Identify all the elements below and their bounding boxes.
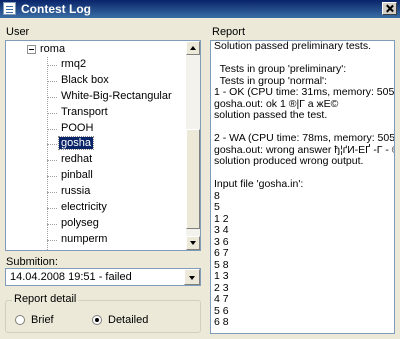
tree-item[interactable]: gosha: [47, 136, 162, 152]
tree-item[interactable]: redhat: [47, 152, 162, 168]
report-line: 4 7: [214, 293, 229, 305]
report-line: 5 6: [214, 304, 229, 317]
tree-item[interactable]: russia: [47, 184, 162, 200]
report-detail-label: Report detail: [12, 293, 79, 305]
report-line: 5: [214, 201, 220, 213]
window-title: Contest Log: [21, 2, 91, 16]
tree-root-node[interactable]: roma: [27, 42, 65, 56]
tree-item[interactable]: rmq2: [47, 57, 162, 73]
brief-radio[interactable]: Brief: [15, 314, 54, 327]
report-line: Solution passed preliminary tests.: [214, 40, 371, 52]
tree-item[interactable]: POOH: [47, 121, 162, 137]
user-list: rmq2 Black box White-Big-Rectangular Transp…: [47, 57, 172, 250]
tree-item[interactable]: Black box: [47, 73, 162, 89]
report-line: Tests in group 'preliminary':: [214, 63, 347, 75]
tree-item[interactable]: White-Big-Rectangular: [47, 89, 172, 105]
tree-item-label: gosha: [58, 136, 94, 151]
tree-item[interactable]: numperm: [47, 232, 162, 248]
scroll-up-button[interactable]: [186, 41, 200, 55]
detailed-radio[interactable]: Detailed: [92, 314, 148, 327]
tree-item-label: Black box: [61, 73, 109, 86]
tree-item[interactable]: Transport: [47, 105, 162, 121]
report-line: 3 6: [214, 235, 229, 248]
detailed-label: Detailed: [108, 314, 149, 326]
dropdown-arrow-icon[interactable]: [184, 269, 200, 285]
tree-item-label: Transport: [61, 105, 108, 118]
tree-item-label: russia: [61, 185, 91, 198]
title-bar: Contest Log: [0, 0, 400, 18]
collapse-icon[interactable]: [27, 44, 36, 54]
report-line: 1 - OK (CPU time: 31ms, memory: 5056KB): [214, 86, 395, 98]
tree-item-label: White-Big-Rectangular: [61, 89, 172, 102]
radio-brief-icon[interactable]: [15, 315, 25, 326]
tree-item-label: electricity: [61, 201, 107, 214]
close-button[interactable]: [382, 2, 397, 15]
tree-item-label: redhat: [61, 153, 93, 166]
report-line: solution produced wrong output.: [214, 155, 364, 167]
report-detail-group: Report detail Brief Detailed: [5, 293, 201, 333]
report-line: 8: [214, 189, 220, 202]
tree-item-label: numperm: [61, 232, 108, 245]
report-line: 3 4: [214, 224, 229, 236]
tree-item-label: POOH: [61, 121, 94, 134]
report-text-area[interactable]: Solution passed preliminary tests. Tests…: [210, 40, 395, 334]
report-line: 6 7: [214, 247, 229, 259]
app-icon: [3, 2, 16, 15]
tree-item-label: Game: [59, 249, 93, 250]
submition-value: 14.04.2008 19:51 - failed: [10, 271, 132, 283]
tree-item-label: rmq2: [61, 58, 87, 70]
tree-root-label: roma: [40, 43, 66, 55]
scroll-thumb[interactable]: [186, 129, 200, 229]
submition-label: Submition:: [6, 256, 58, 268]
tree-item[interactable]: pinball: [47, 168, 162, 184]
report-line: 1 2: [214, 212, 229, 225]
report-line: 2 3: [214, 281, 229, 294]
submition-select[interactable]: 14.04.2008 19:51 - failed: [5, 268, 201, 286]
user-label: User: [6, 26, 30, 38]
brief-label: Brief: [31, 314, 54, 326]
vertical-scrollbar[interactable]: [186, 41, 200, 250]
tree-item[interactable]: Game: [47, 248, 162, 250]
report-line: 2 - WA (CPU time: 78ms, memory: 5056KB): [214, 132, 395, 144]
scroll-down-button[interactable]: [186, 236, 200, 250]
report-line: 6 8: [214, 316, 229, 328]
radio-detailed-icon[interactable]: [92, 315, 102, 326]
report-line: solution passed the test.: [214, 109, 328, 121]
tree-item[interactable]: electricity: [47, 200, 162, 216]
report-line: 5 8: [214, 258, 229, 271]
report-label: Report: [212, 26, 246, 38]
user-tree[interactable]: roma rmq2 Black box White-Big-Rectangular T…: [5, 40, 201, 251]
tree-item[interactable]: polyseg: [47, 216, 162, 232]
report-line: Input file 'gosha.in':: [214, 178, 304, 190]
report-line: 1 3: [214, 270, 229, 282]
tree-item-label: pinball: [61, 169, 93, 182]
tree-item-label: polyseg: [61, 216, 99, 229]
